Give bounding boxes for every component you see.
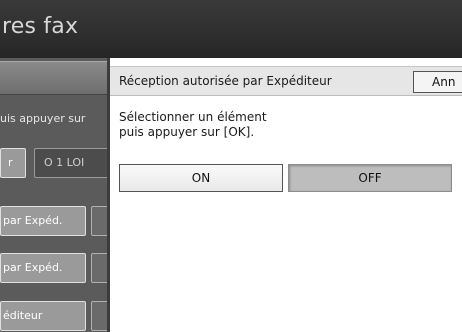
background-settings-panel: [0, 58, 110, 332]
fax-settings-screen: res fax uis appuyer sur r O 1 LOI par Ex…: [0, 0, 462, 332]
setting-dialog: Réception autorisée par Expéditeur Ann S…: [107, 58, 462, 332]
dialog-instruction: Sélectionner un élément puis appuyer sur…: [119, 110, 267, 140]
background-sender-button-2[interactable]: par Expéd.: [0, 253, 86, 283]
background-instruction: uis appuyer sur: [0, 112, 86, 125]
background-value-button[interactable]: r: [0, 148, 26, 178]
background-number-field[interactable]: O 1 LOI: [34, 148, 110, 178]
background-sender-button-3[interactable]: éditeur: [0, 301, 86, 331]
title-bar: res fax: [0, 0, 462, 58]
instruction-line-2: puis appuyer sur [OK].: [119, 125, 255, 139]
dialog-header: Réception autorisée par Expéditeur Ann: [110, 66, 462, 96]
screen-title: res fax: [2, 14, 79, 39]
off-option-button[interactable]: OFF: [288, 164, 452, 192]
cancel-button[interactable]: Ann: [413, 71, 462, 93]
instruction-line-1: Sélectionner un élément: [119, 110, 267, 124]
on-option-button[interactable]: ON: [119, 164, 283, 192]
background-header-strip: [0, 61, 110, 95]
dialog-title: Réception autorisée par Expéditeur: [119, 74, 332, 88]
background-sender-button-1[interactable]: par Expéd.: [0, 206, 86, 236]
